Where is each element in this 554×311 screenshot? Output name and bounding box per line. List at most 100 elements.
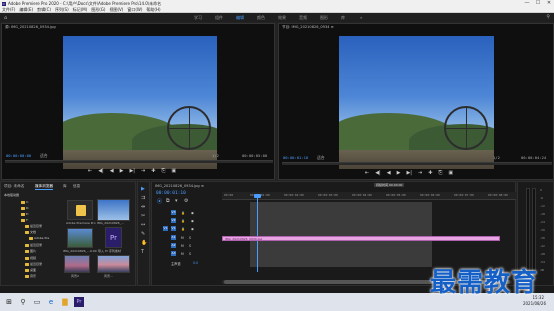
pen-tool-icon[interactable]: ✎: [141, 231, 145, 237]
maximize-button[interactable]: ☐: [533, 0, 543, 7]
play-button[interactable]: ▶: [397, 170, 401, 176]
tree-item[interactable]: 最近目录: [25, 224, 42, 228]
track-target-button[interactable]: V1: [171, 226, 176, 231]
workspace-color[interactable]: 颜色: [257, 15, 265, 21]
tree-item[interactable]: 最近目录: [25, 243, 42, 247]
selection-tool-icon[interactable]: ▶: [141, 186, 145, 192]
tree-item[interactable]: E:: [21, 212, 29, 216]
program-resolution-select[interactable]: 1/2: [493, 155, 500, 160]
type-tool-icon[interactable]: T: [141, 249, 144, 255]
lock-icon[interactable]: 🔒: [181, 211, 185, 215]
file-explorer-icon[interactable]: ▇: [60, 297, 70, 307]
tree-item[interactable]: 本地驱动器: [4, 193, 19, 197]
close-button[interactable]: ✕: [544, 0, 554, 7]
workspace-more-button[interactable]: »: [360, 15, 362, 20]
eye-icon[interactable]: ◉: [191, 211, 194, 215]
source-scrub-bar[interactable]: [5, 160, 273, 163]
search-icon[interactable]: ⚲: [18, 297, 28, 307]
media-thumbnail[interactable]: [97, 199, 130, 221]
step-back-button[interactable]: ◀|: [98, 168, 104, 174]
lock-icon[interactable]: 🔒: [181, 227, 185, 231]
lift-button[interactable]: ✚: [428, 170, 432, 176]
tree-item[interactable]: 桌面: [25, 268, 36, 272]
menu-clip[interactable]: 剪辑(C): [37, 7, 51, 13]
sequence-tab[interactable]: IMG_20210826_0934.jpg ≡: [155, 184, 204, 188]
solo-icon[interactable]: S: [189, 236, 191, 240]
home-icon[interactable]: ⌂: [4, 15, 7, 21]
workspace-learn[interactable]: 学习: [194, 15, 202, 21]
premiere-project-thumbnail[interactable]: Pr: [105, 227, 122, 248]
windows-start-icon[interactable]: ⊞: [4, 297, 14, 307]
timeline-clip[interactable]: IMG_20210826_0934.jpg: [222, 236, 500, 241]
menu-view[interactable]: 视图(V): [109, 7, 123, 13]
mark-in-button[interactable]: ⇤: [88, 168, 92, 174]
source-monitor-tab[interactable]: 源: IMG_20210826_0934.jpg: [5, 25, 56, 30]
overwrite-button[interactable]: ⎘: [161, 168, 165, 174]
program-fit-select[interactable]: 适合: [317, 155, 325, 161]
menu-help[interactable]: 帮助(H): [146, 7, 160, 13]
workspace-libraries[interactable]: 库: [341, 15, 345, 21]
step-back-button[interactable]: ◀|: [375, 170, 381, 176]
source-fit-select[interactable]: 适合: [40, 153, 48, 159]
tree-item[interactable]: 图片: [25, 249, 36, 253]
menu-edit[interactable]: 编辑(E): [19, 7, 33, 13]
menu-marker[interactable]: 标记(M): [73, 7, 88, 13]
add-marker-icon[interactable]: ▾: [175, 198, 178, 204]
tray-date[interactable]: 2021/08/26: [523, 301, 546, 306]
master-volume-value[interactable]: 0.0: [193, 261, 198, 265]
media-thumbnail[interactable]: [64, 255, 90, 273]
rewind-button[interactable]: ◀: [387, 170, 391, 176]
linked-selection-icon[interactable]: ⧉: [166, 198, 170, 204]
workspace-audio[interactable]: 音频: [299, 15, 307, 21]
minimize-button[interactable]: —: [522, 0, 532, 7]
mark-in-button[interactable]: ⇤: [365, 170, 369, 176]
slip-tool-icon[interactable]: ↔: [141, 222, 145, 228]
track-target-button[interactable]: A3: [171, 251, 176, 256]
tab-project[interactable]: 项目: 未命名: [4, 184, 24, 189]
premiere-taskbar-icon[interactable]: Pr: [74, 297, 84, 307]
step-forward-button[interactable]: ▶|: [406, 170, 412, 176]
tab-media-browser[interactable]: 媒体浏览器: [35, 184, 53, 190]
tree-item[interactable]: 音乐: [25, 274, 36, 278]
mute-icon[interactable]: M: [181, 252, 184, 256]
track-target-button[interactable]: A2: [171, 243, 176, 248]
menu-graphics[interactable]: 图形(G): [91, 7, 105, 13]
menu-sequence[interactable]: 序列(S): [55, 7, 69, 13]
extract-button[interactable]: ⎘: [438, 170, 442, 176]
tree-item[interactable]: F:: [21, 218, 29, 222]
mark-out-button[interactable]: ⇥: [141, 168, 145, 174]
insert-button[interactable]: ✚: [151, 168, 155, 174]
menu-window[interactable]: 窗口(W): [127, 7, 142, 13]
ripple-edit-icon[interactable]: ⇹: [141, 204, 145, 210]
program-monitor-tab[interactable]: 节目: IMG_20210826_0934 ≡: [282, 25, 334, 30]
tab-libraries[interactable]: 库: [63, 184, 67, 189]
track-select-icon[interactable]: ⇉: [141, 195, 145, 201]
playhead-handle[interactable]: [254, 194, 261, 198]
eye-icon[interactable]: ◉: [191, 219, 194, 223]
mute-icon[interactable]: M: [181, 236, 184, 240]
track-target-button[interactable]: V3: [171, 210, 176, 215]
export-frame-button[interactable]: ▣: [448, 170, 453, 176]
media-thumbnail[interactable]: [67, 228, 93, 248]
tree-item[interactable]: D:: [21, 206, 29, 210]
task-view-icon[interactable]: ▭: [32, 297, 42, 307]
tree-item[interactable]: 视频: [25, 256, 36, 260]
media-thumbnail[interactable]: [67, 200, 93, 220]
tree-item[interactable]: Adobe Pre: [29, 236, 49, 240]
search-icon[interactable]: ⚲: [546, 14, 550, 20]
tree-item[interactable]: C:: [21, 200, 29, 204]
mute-icon[interactable]: M: [181, 244, 184, 248]
source-timecode-current[interactable]: 00:00:00:00: [6, 153, 31, 158]
workspace-editing[interactable]: 编辑: [236, 15, 244, 21]
media-thumbnail[interactable]: [97, 255, 130, 273]
solo-icon[interactable]: S: [189, 252, 191, 256]
tab-info[interactable]: 信息: [73, 184, 80, 189]
solo-icon[interactable]: S: [189, 244, 191, 248]
tree-item[interactable]: 文档: [25, 230, 36, 234]
hand-tool-icon[interactable]: ✋: [141, 240, 147, 246]
razor-tool-icon[interactable]: ✂: [141, 213, 145, 219]
program-timecode-current[interactable]: 00:00:01:10: [283, 155, 308, 160]
play-button[interactable]: ▶: [120, 168, 124, 174]
workspace-effects[interactable]: 效果: [278, 15, 286, 21]
playhead[interactable]: [257, 194, 258, 272]
